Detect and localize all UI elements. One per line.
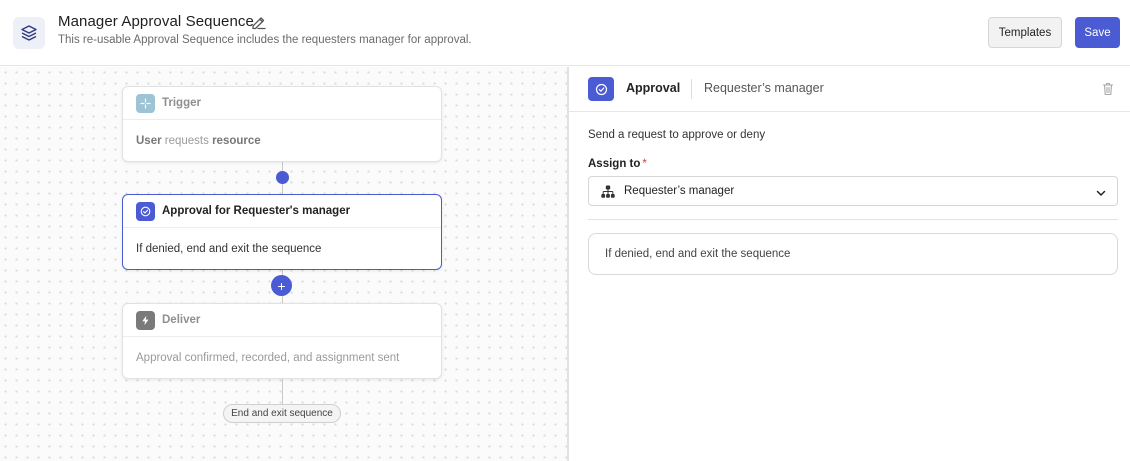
trigger-node[interactable]: Trigger User requests resource — [122, 86, 442, 162]
connector-dot[interactable] — [276, 171, 289, 184]
panel-title-separator — [691, 79, 692, 99]
trash-icon[interactable] — [1102, 82, 1114, 96]
check-circle-icon — [136, 201, 155, 221]
approval-node-title: Approval for Requester's manager — [162, 205, 351, 217]
assign-to-select[interactable]: Requester’s manager — [588, 176, 1118, 206]
approval-node[interactable]: Approval for Requester's manager If deni… — [122, 194, 442, 270]
check-circle-icon — [588, 77, 614, 101]
sparkle-icon — [136, 93, 155, 113]
end-sequence-pill: End and exit sequence — [223, 404, 341, 423]
denied-outcome-text: If denied, end and exit the sequence — [605, 248, 791, 260]
add-step-button[interactable]: + — [271, 275, 292, 296]
deliver-node-title: Deliver — [162, 314, 201, 326]
bolt-icon — [136, 310, 155, 330]
panel-divider-line — [588, 219, 1118, 220]
pencil-icon[interactable] — [250, 14, 267, 31]
templates-button[interactable]: Templates — [988, 17, 1062, 48]
panel-description: Send a request to approve or deny — [588, 129, 766, 141]
page-subtitle: This re-usable Approval Sequence include… — [58, 34, 472, 46]
trigger-node-body: User requests resource — [136, 134, 261, 147]
assign-to-value: Requester’s manager — [624, 185, 735, 197]
header-bar: Manager Approval Sequence This re-usable… — [0, 0, 1130, 66]
trigger-node-title: Trigger — [162, 97, 201, 109]
deliver-node[interactable]: Deliver Approval confirmed, recorded, an… — [122, 303, 442, 379]
page-title: Manager Approval Sequence — [58, 13, 254, 30]
panel-subtitle: Requester’s manager — [704, 81, 824, 95]
panel-title: Approval — [626, 81, 681, 95]
connector-line — [282, 377, 283, 405]
org-chart-icon — [601, 185, 615, 199]
panel-header: Approval Requester’s manager — [569, 67, 1130, 112]
save-button[interactable]: Save — [1075, 17, 1120, 48]
required-marker: * — [642, 158, 647, 170]
assign-to-label: Assign to * — [588, 158, 647, 170]
deliver-node-body: Approval confirmed, recorded, and assign… — [136, 351, 400, 364]
approval-node-body: If denied, end and exit the sequence — [136, 242, 322, 255]
layers-icon — [13, 17, 45, 49]
chevron-down-icon — [1095, 186, 1107, 198]
panel-divider[interactable] — [567, 67, 569, 461]
denied-outcome-box[interactable]: If denied, end and exit the sequence — [588, 233, 1118, 275]
